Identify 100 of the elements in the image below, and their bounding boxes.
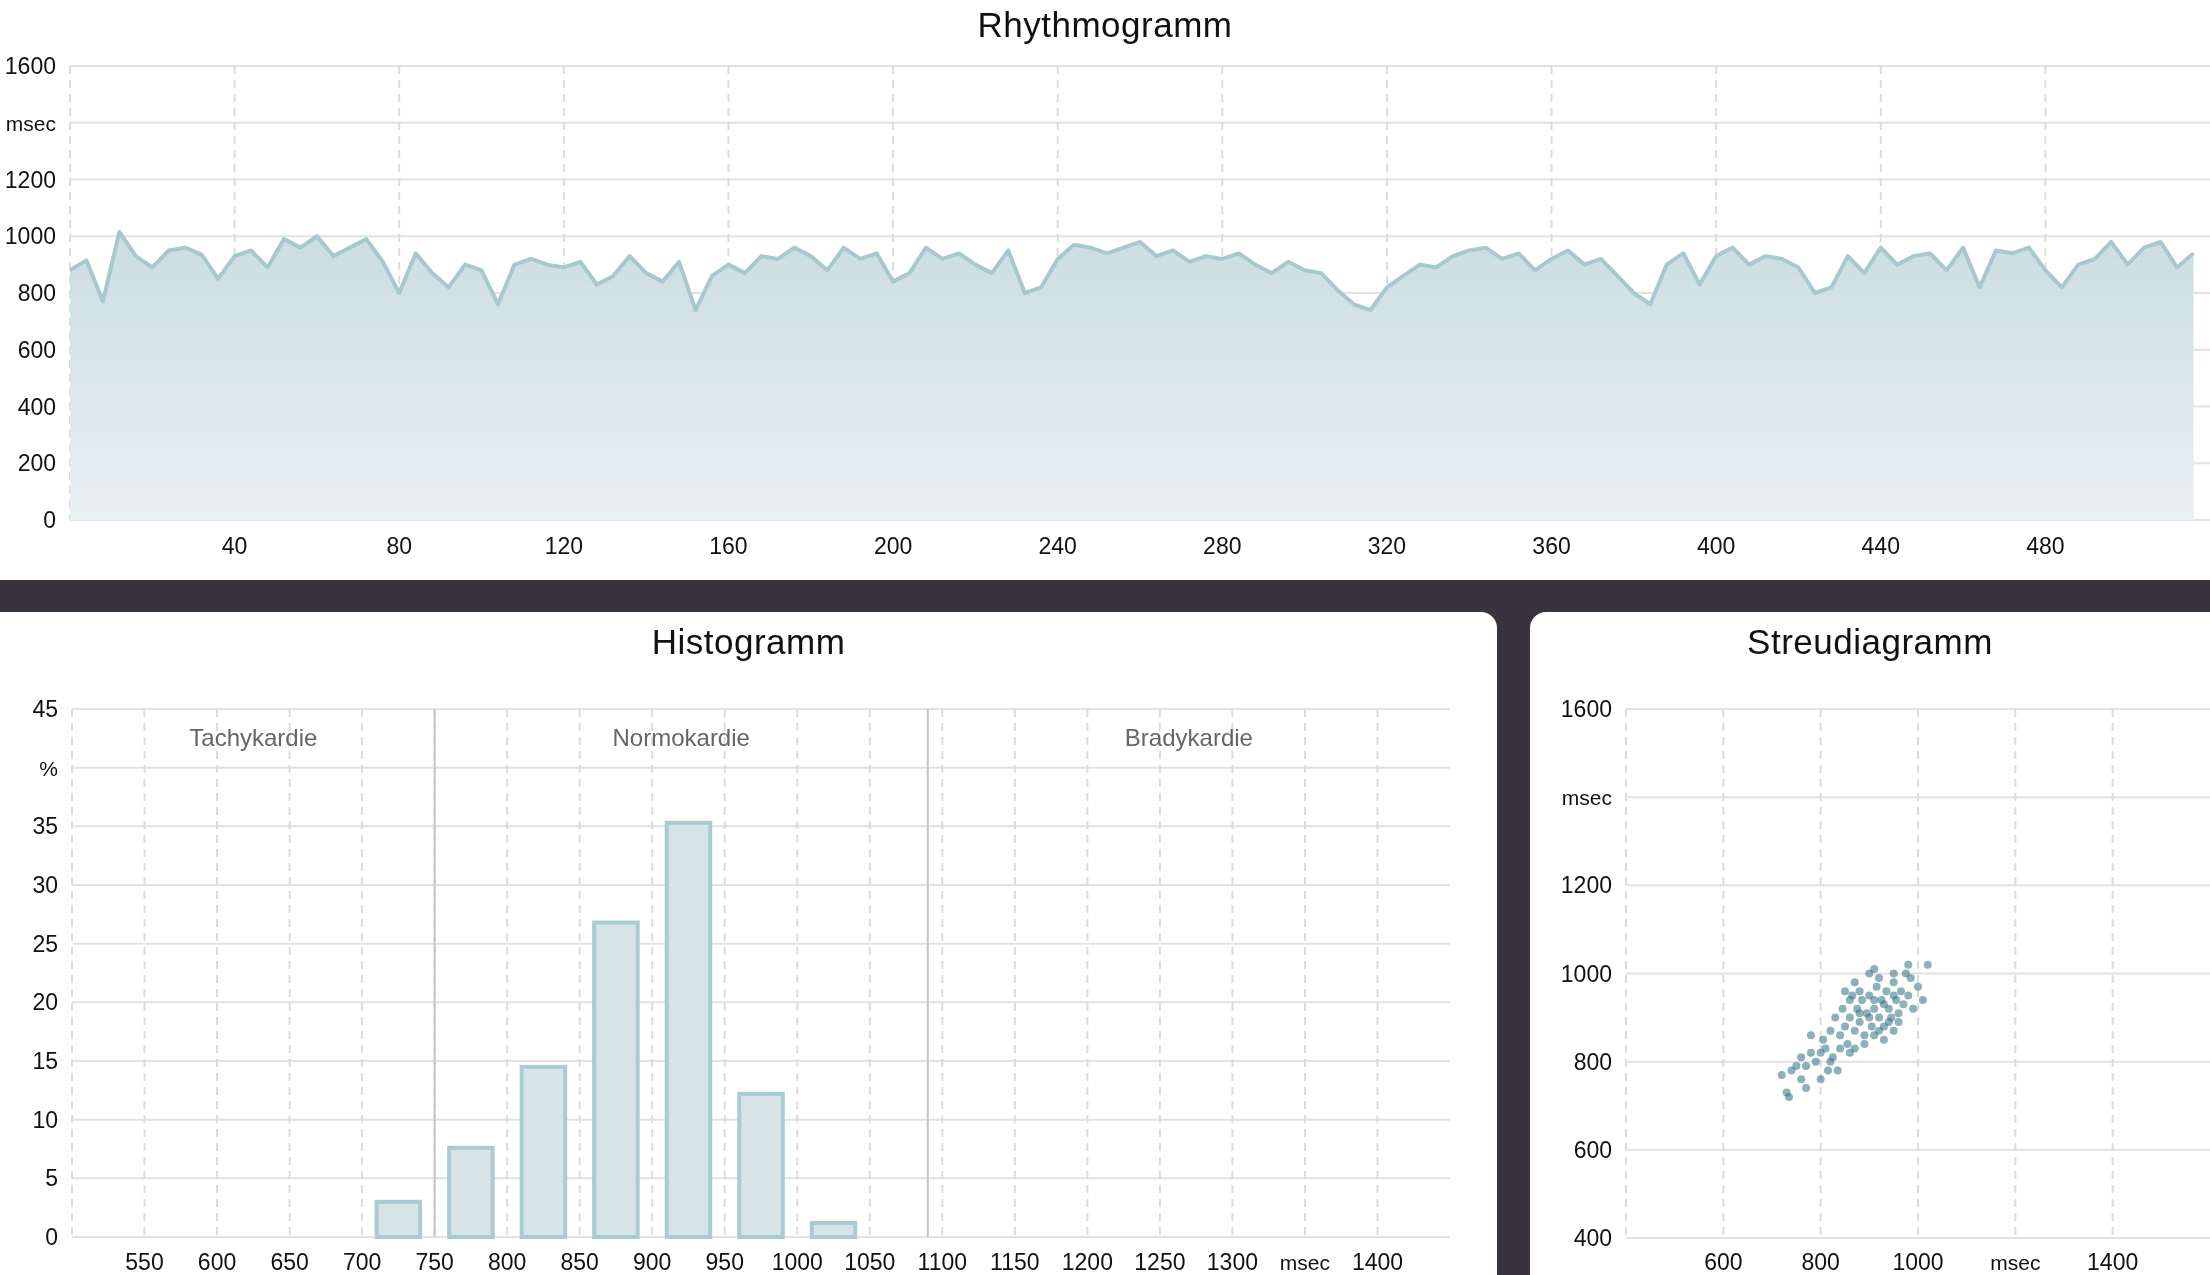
data-point [1896,987,1905,996]
axis-tick-label: 80 [386,533,413,559]
axis-tick-label: 1300 [1206,1249,1258,1275]
axis-tick-label: msec [1990,1251,2041,1274]
data-point [1923,960,1932,969]
axis-tick-label: 35 [32,813,58,840]
data-point [1887,1013,1896,1022]
region-label: Tachykardie [189,724,318,751]
axis-tick-label: 950 [705,1249,744,1275]
data-point [1870,995,1879,1004]
data-point [1792,1062,1801,1071]
data-point [1853,1004,1862,1013]
data-point [1901,969,1910,978]
chart-title: Histogramm [651,622,846,662]
axis-tick-label: 1000 [771,1249,823,1275]
axis-tick-label: 550 [125,1249,164,1275]
data-point [1845,995,1854,1004]
axis-tick-label: 0 [45,1224,58,1250]
axis-tick-label: msec [1279,1251,1331,1274]
axis-tick-label: 400 [1696,533,1736,559]
axis-tick-label: 1000 [1892,1249,1944,1275]
data-point [1879,1000,1888,1009]
data-point [1816,1048,1825,1057]
data-point [1860,1040,1869,1049]
data-point [1855,987,1864,996]
axis-tick-label: 800 [17,280,56,306]
data-point [1870,1031,1879,1040]
axis-tick-label: msec [1561,786,1612,810]
data-point [1879,1035,1888,1044]
axis-tick-label: 30 [32,872,58,898]
axis-tick-label: 160 [709,533,748,559]
data-point [1802,1062,1811,1071]
data-point [1870,1004,1879,1013]
data-point [1879,1022,1888,1031]
axis-tick-label: 45 [32,696,58,722]
data-point [1823,1066,1832,1075]
axis-tick-label: 600 [1704,1249,1743,1275]
data-point [1845,1013,1854,1022]
data-point [1884,1004,1893,1013]
data-point [1787,1066,1796,1075]
axis-tick-label: 1100 [917,1249,968,1275]
data-point [1782,1088,1791,1097]
data-point [1875,1013,1884,1022]
data-point [1877,995,1886,1004]
data-point [1850,1026,1859,1035]
axis-tick-label: 10 [32,1106,58,1133]
data-point [1843,1040,1852,1049]
axis-tick-label: 15 [32,1048,58,1074]
data-point [1828,1053,1837,1062]
data-point [1909,1004,1918,1013]
data-point [1906,973,1915,982]
data-point [1904,991,1913,1000]
axis-tick-label: 0 [43,507,56,533]
axis-tick-label: 800 [1801,1249,1840,1275]
data-point [1865,991,1874,1000]
data-point [1821,1044,1830,1053]
data-point [1777,1070,1786,1079]
axis-tick-label: 1400 [1351,1249,1404,1275]
data-point [1826,1057,1835,1066]
data-point [1831,1013,1840,1022]
data-point [1889,969,1898,978]
data-point [1836,1031,1845,1040]
data-point [1811,1057,1820,1066]
data-point [1797,1075,1806,1084]
data-point [1797,1053,1806,1062]
axis-tick-label: 400 [17,393,56,420]
axis-tick-label: 280 [1203,533,1242,559]
data-point [1845,1048,1854,1057]
axis-tick-label: 360 [1532,533,1571,559]
chart-title: Rhythmogramm [977,5,1233,45]
region-label: Bradykardie [1124,724,1253,751]
axis-tick-label: 480 [2026,533,2065,559]
data-point [1850,978,1859,987]
data-point [1838,1004,1847,1013]
axis-tick-label: 900 [633,1249,672,1275]
axis-tick-label: 1400 [2087,1249,2139,1275]
axis-tick-label: 600 [1573,1136,1612,1163]
data-point [1826,1026,1835,1035]
axis-tick-label: 1000 [1560,960,1612,987]
axis-tick-label: 750 [415,1249,454,1275]
data-point [1850,1044,1859,1053]
data-point [1819,1035,1828,1044]
data-point [1875,1026,1884,1035]
axis-tick-label: 650 [270,1249,309,1275]
axis-tick-label: 40 [221,533,248,559]
axis-tick-label: 850 [560,1249,599,1275]
data-point [1904,960,1913,969]
data-point [1785,1092,1794,1101]
data-point [1860,1031,1869,1040]
axis-tick-label: 700 [342,1249,382,1275]
data-point [1894,1009,1903,1018]
axis-tick-label: msec [5,111,56,135]
axis-tick-label: 600 [17,336,56,363]
axis-tick-label: 20 [32,989,58,1016]
region-label: Normokardie [612,724,750,751]
axis-tick-label: 1200 [1061,1249,1113,1275]
chart-title: Streudiagramm [1747,622,1993,662]
axis-tick-label: 1600 [1560,696,1612,722]
data-point [1882,987,1891,996]
axis-tick-label: 1250 [1134,1249,1186,1275]
